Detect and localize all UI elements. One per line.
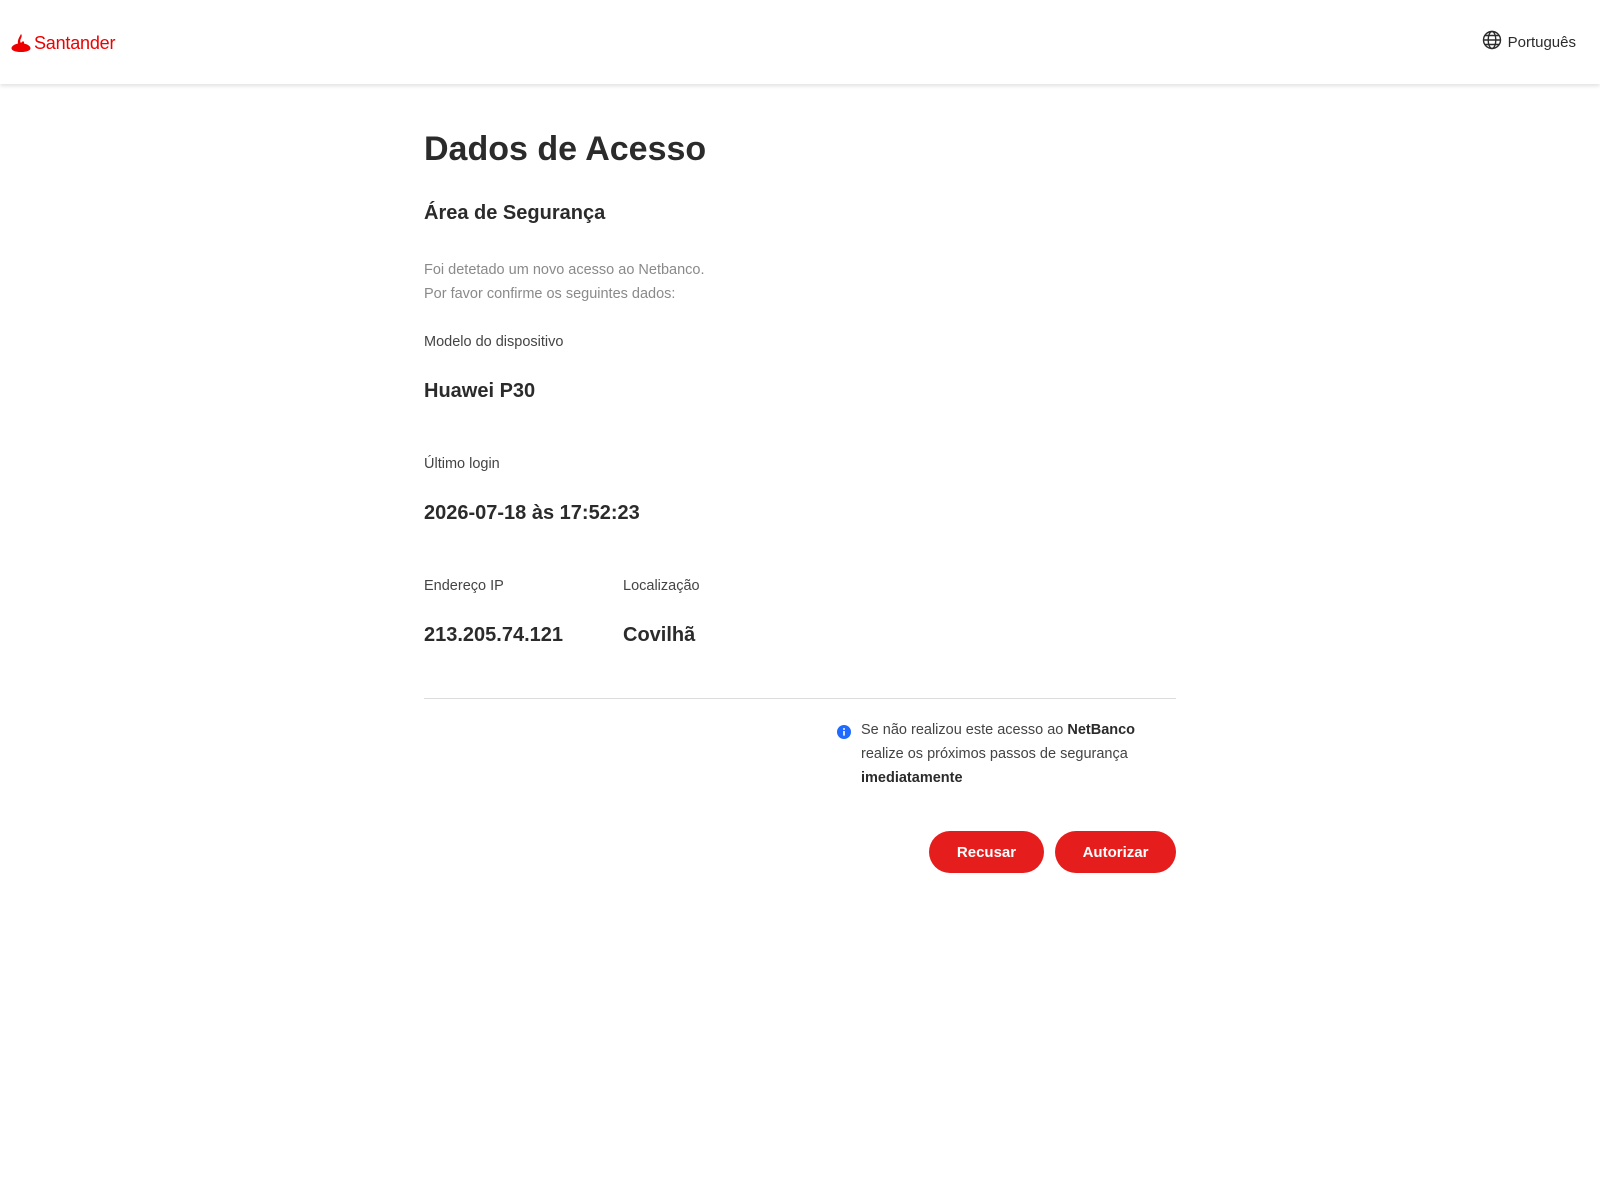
intro-line-1: Foi detetado um novo acesso ao Netbanco. [424, 262, 705, 278]
ip-address-label: Endereço IP [424, 578, 504, 594]
language-selector[interactable]: Português [1482, 30, 1576, 54]
last-login-label: Último login [424, 456, 500, 472]
location-value: Covilhã [623, 624, 696, 646]
santander-logo[interactable]: Santander [11, 31, 115, 55]
intro-text: Foi detetado um novo acesso ao Netbanco.… [424, 258, 705, 306]
device-model-value: Huawei P30 [424, 380, 536, 402]
language-label: Português [1507, 33, 1576, 51]
divider [424, 698, 1176, 699]
intro-line-2: Por favor confirme os seguintes dados: [424, 286, 676, 302]
page-title: Dados de Acesso [424, 130, 707, 168]
top-bar: Santander Português [0, 0, 1600, 84]
info-icon [837, 725, 851, 790]
notice-text-part-1: Se não realizou este acesso ao [861, 722, 1068, 738]
santander-flame-icon [11, 34, 31, 52]
device-model-label: Modelo do dispositivo [424, 334, 564, 350]
notice-text-part-2: realize os próximos passos de segurança [861, 746, 1128, 762]
security-notice: Se não realizou este acesso ao NetBanco … [837, 718, 1167, 790]
ip-address-value: 213.205.74.121 [424, 624, 564, 646]
section-title: Área de Segurança [424, 202, 606, 224]
logo-text: Santander [34, 32, 116, 53]
notice-text: Se não realizou este acesso ao NetBanco … [861, 718, 1135, 790]
location-label: Localização [623, 578, 700, 594]
globe-icon [1482, 30, 1502, 54]
refuse-button[interactable]: Recusar [929, 831, 1044, 873]
notice-immediately: imediatamente [861, 770, 963, 786]
authorize-button[interactable]: Autorizar [1055, 831, 1176, 873]
last-login-value: 2026-07-18 às 17:52:23 [424, 502, 640, 524]
notice-netbanco: NetBanco [1067, 722, 1136, 738]
